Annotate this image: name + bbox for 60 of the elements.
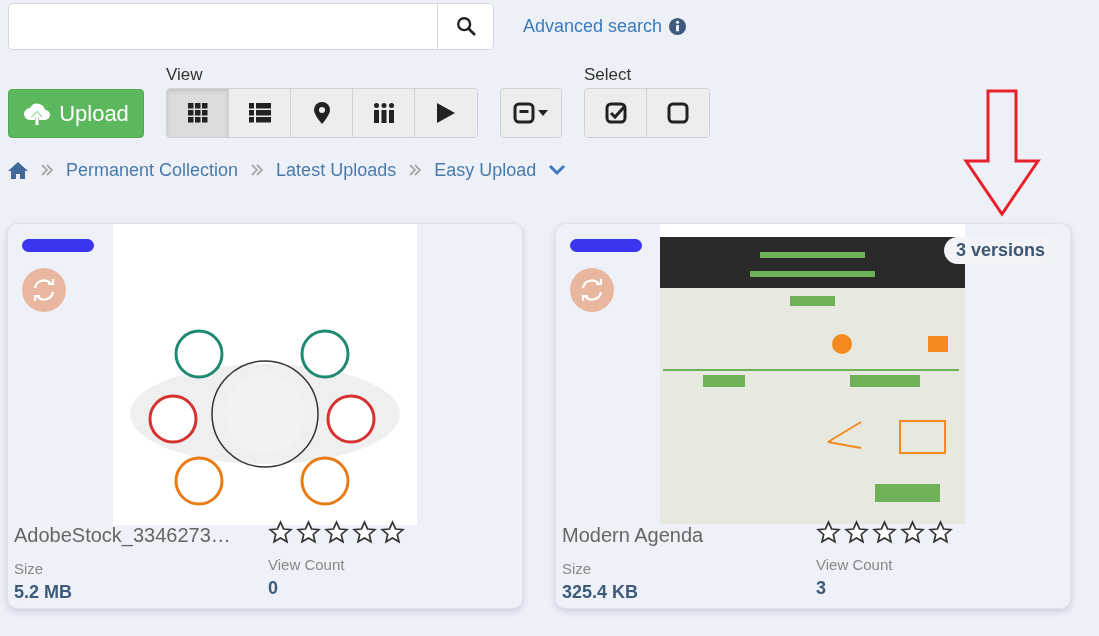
sync-icon [31, 277, 57, 303]
star-icon[interactable] [324, 520, 349, 545]
star-icon[interactable] [900, 520, 925, 545]
star-icon[interactable] [268, 520, 293, 545]
select-all-button[interactable] [585, 89, 647, 137]
status-bar [22, 239, 94, 252]
size-value: 5.2 MB [14, 582, 74, 603]
view-button[interactable] [167, 89, 229, 137]
list-icon [248, 103, 271, 123]
select-label: Select [584, 65, 633, 85]
status-bar [570, 239, 642, 252]
search-button[interactable] [437, 3, 493, 49]
columns-icon [373, 103, 394, 123]
checkbox-empty-icon [667, 102, 689, 124]
view-count-value: 3 [816, 578, 827, 599]
breadcrumb-link[interactable]: Permanent Collection [66, 159, 239, 181]
asset-card[interactable]: AdobeStock_3346273… Size 5.2 MB View Count 0 [7, 223, 523, 609]
view-count-label: View Count [268, 556, 346, 573]
size-label: Size [562, 560, 593, 577]
search-icon [454, 15, 477, 37]
view-count-value: 0 [268, 578, 279, 599]
chevrons-icon [250, 163, 265, 177]
search-field[interactable] [8, 2, 494, 50]
star-icon[interactable] [928, 520, 953, 545]
view-label: View [166, 65, 204, 85]
asset-name: Modern Agenda [562, 524, 705, 548]
view-button[interactable] [229, 89, 291, 137]
size-value: 325.4 KB [562, 582, 640, 603]
star-icon[interactable] [844, 520, 869, 545]
display-dropdown-button[interactable] [500, 88, 562, 138]
view-count-label: View Count [816, 556, 894, 573]
map-pin-icon [313, 102, 330, 124]
size-label: Size [14, 560, 45, 577]
chevrons-icon [408, 163, 423, 177]
card-caret-icon [513, 102, 549, 124]
home-icon[interactable] [8, 161, 28, 179]
view-button[interactable] [415, 89, 477, 137]
upload-button[interactable]: Upload [8, 89, 144, 138]
star-icon[interactable] [816, 520, 841, 545]
star-icon[interactable] [296, 520, 321, 545]
breadcrumb-link[interactable]: Latest Uploads [276, 159, 397, 181]
view-button[interactable] [291, 89, 353, 137]
select-none-button[interactable] [647, 89, 709, 137]
chevrons-icon [40, 163, 54, 177]
info-icon[interactable] [668, 16, 688, 36]
versions-badge[interactable]: 3 versions [943, 237, 1057, 264]
sync-icon [579, 277, 605, 303]
cloud-upload-icon [23, 101, 52, 126]
star-icon[interactable] [352, 520, 377, 545]
play-icon [436, 102, 456, 124]
checkbox-checked-icon [604, 102, 627, 124]
asset-card[interactable]: 3 versions Modern Agenda Size 325.4 KB View Count 3 [555, 223, 1071, 609]
breadcrumb-link[interactable]: Easy Upload [434, 159, 537, 181]
asset-name: AdobeStock_3346273… [14, 524, 232, 549]
chevron-down-icon[interactable] [548, 164, 567, 176]
advanced-search-link[interactable]: Advanced search [523, 15, 663, 37]
view-button[interactable] [353, 89, 415, 137]
grid-icon [187, 103, 208, 123]
star-icon[interactable] [380, 520, 405, 545]
star-icon[interactable] [872, 520, 897, 545]
